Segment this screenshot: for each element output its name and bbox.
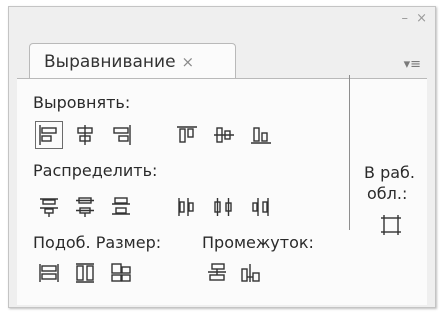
align-vertical-center-icon[interactable] [212,123,236,147]
distribute-right-edge-icon[interactable] [249,195,273,219]
tab-close-icon[interactable]: × [182,53,195,71]
to-stage-label-line2: обл.: [367,184,408,203]
distribute-top-edge-icon[interactable] [37,195,61,219]
match-width-icon[interactable] [37,261,61,285]
divider [349,75,350,230]
minimize-icon[interactable]: – [401,11,408,26]
distribute-left-edge-icon[interactable] [175,195,199,219]
match-size-section-label: Подоб. Размер: [33,233,162,252]
panel-window-controls: – × [397,11,427,26]
match-height-icon[interactable] [73,261,97,285]
space-evenly-vertically-icon[interactable] [205,261,229,285]
align-bottom-edge-icon[interactable] [249,123,273,147]
align-horizontal-center-icon[interactable] [73,123,97,147]
panel-menu-icon[interactable]: ▾≡ [404,57,421,72]
to-stage-icon[interactable] [379,213,403,237]
align-top-edge-icon[interactable] [175,123,199,147]
align-panel: – × Выравнивание × ▾≡ Выровнять: Распред… [8,6,436,308]
spacing-section-label: Промежуток: [202,233,314,252]
distribute-section-label: Распределить: [33,161,158,180]
close-panel-icon[interactable]: × [416,11,427,26]
to-stage-label-line1: В раб. [364,163,415,182]
align-left-edge-icon[interactable] [35,121,63,149]
space-evenly-horizontally-icon[interactable] [239,261,263,285]
align-right-edge-icon[interactable] [109,123,133,147]
match-width-and-height-icon[interactable] [109,261,133,285]
distribute-vertical-center-icon[interactable] [73,195,97,219]
tab-align[interactable]: Выравнивание × [29,43,236,80]
distribute-bottom-edge-icon[interactable] [109,195,133,219]
distribute-horizontal-center-icon[interactable] [212,195,236,219]
tab-label: Выравнивание [44,52,176,72]
align-section-label: Выровнять: [33,93,131,112]
